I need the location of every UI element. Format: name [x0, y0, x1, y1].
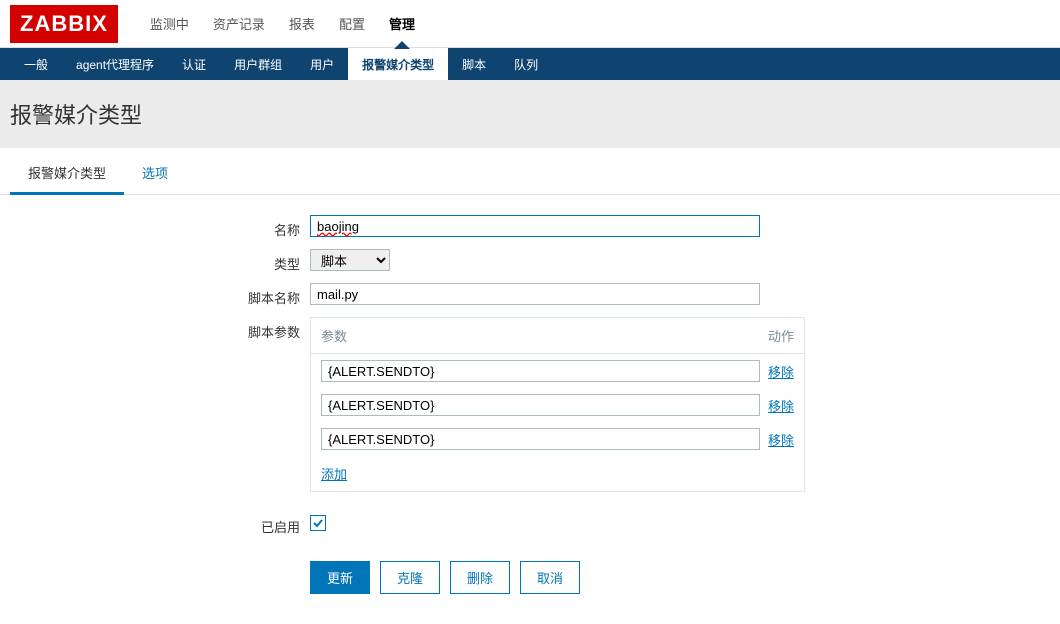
- param-input-1[interactable]: [321, 394, 760, 416]
- sub-nav-agent[interactable]: agent代理程序: [62, 48, 168, 80]
- top-nav-item-inventory[interactable]: 资产记录: [201, 0, 277, 48]
- label-enabled: 已启用: [10, 512, 310, 536]
- row-buttons: 更新 克隆 删除 取消: [10, 546, 1050, 594]
- param-input-2[interactable]: [321, 428, 760, 450]
- top-nav-item-monitor[interactable]: 监测中: [138, 0, 201, 48]
- sub-nav-auth[interactable]: 认证: [168, 48, 220, 80]
- script-name-input[interactable]: [310, 283, 760, 305]
- page-title: 报警媒介类型: [10, 98, 1050, 130]
- update-button[interactable]: 更新: [310, 561, 370, 594]
- sub-nav-users[interactable]: 用户: [296, 48, 348, 80]
- sub-nav-usergroups[interactable]: 用户群组: [220, 48, 296, 80]
- clone-button[interactable]: 克隆: [380, 561, 440, 594]
- name-value: baojing: [317, 219, 359, 234]
- logo[interactable]: ZABBIX: [10, 5, 118, 43]
- type-select[interactable]: 脚本: [310, 249, 390, 271]
- sub-nav-queue[interactable]: 队列: [500, 48, 552, 80]
- label-type: 类型: [10, 249, 310, 273]
- control-type: 脚本: [310, 249, 1050, 271]
- row-script-params: 脚本参数 参数 动作 移除 移除 移除 添加: [10, 317, 1050, 492]
- tab-options[interactable]: 选项: [124, 153, 186, 194]
- delete-button[interactable]: 删除: [450, 561, 510, 594]
- check-icon: [312, 517, 324, 529]
- top-nav-item-admin[interactable]: 管理: [377, 0, 427, 48]
- control-name: baojing: [310, 215, 1050, 237]
- params-header-param: 参数: [321, 326, 768, 345]
- row-type: 类型 脚本: [10, 249, 1050, 273]
- buttons-row: 更新 克隆 删除 取消: [310, 546, 1050, 594]
- enabled-checkbox[interactable]: [310, 515, 326, 531]
- params-row-0: 移除: [311, 354, 804, 388]
- param-remove-2[interactable]: 移除: [768, 430, 794, 449]
- top-nav: ZABBIX 监测中 资产记录 报表 配置 管理: [0, 0, 1060, 48]
- param-add[interactable]: 添加: [311, 456, 804, 491]
- param-input-0[interactable]: [321, 360, 760, 382]
- row-script-name: 脚本名称: [10, 283, 1050, 307]
- row-name: 名称 baojing: [10, 215, 1050, 239]
- tabs: 报警媒介类型 选项: [0, 153, 1060, 195]
- form-content: 名称 baojing 类型 脚本 脚本名称 脚本参数 参数 动作: [0, 195, 1060, 624]
- param-remove-1[interactable]: 移除: [768, 396, 794, 415]
- params-table: 参数 动作 移除 移除 移除 添加: [310, 317, 805, 492]
- control-script-params: 参数 动作 移除 移除 移除 添加: [310, 317, 1050, 492]
- label-script-params: 脚本参数: [10, 317, 310, 341]
- name-input[interactable]: baojing: [310, 215, 760, 237]
- sub-nav-general[interactable]: 一般: [10, 48, 62, 80]
- params-row-2: 移除: [311, 422, 804, 456]
- sub-nav-mediatypes[interactable]: 报警媒介类型: [348, 48, 448, 80]
- params-header-action: 动作: [768, 326, 794, 345]
- top-nav-item-config[interactable]: 配置: [327, 0, 377, 48]
- sub-nav: 一般 agent代理程序 认证 用户群组 用户 报警媒介类型 脚本 队列: [0, 48, 1060, 80]
- tab-mediatype[interactable]: 报警媒介类型: [10, 153, 124, 195]
- sub-nav-scripts[interactable]: 脚本: [448, 48, 500, 80]
- top-nav-item-reports[interactable]: 报表: [277, 0, 327, 48]
- cancel-button[interactable]: 取消: [520, 561, 580, 594]
- row-enabled: 已启用: [10, 512, 1050, 536]
- control-script-name: [310, 283, 1050, 305]
- label-buttons: [10, 546, 310, 551]
- page-header: 报警媒介类型: [0, 80, 1060, 148]
- label-name: 名称: [10, 215, 310, 239]
- params-header: 参数 动作: [311, 318, 804, 354]
- params-row-1: 移除: [311, 388, 804, 422]
- param-remove-0[interactable]: 移除: [768, 362, 794, 381]
- label-script-name: 脚本名称: [10, 283, 310, 307]
- control-enabled: [310, 512, 1050, 531]
